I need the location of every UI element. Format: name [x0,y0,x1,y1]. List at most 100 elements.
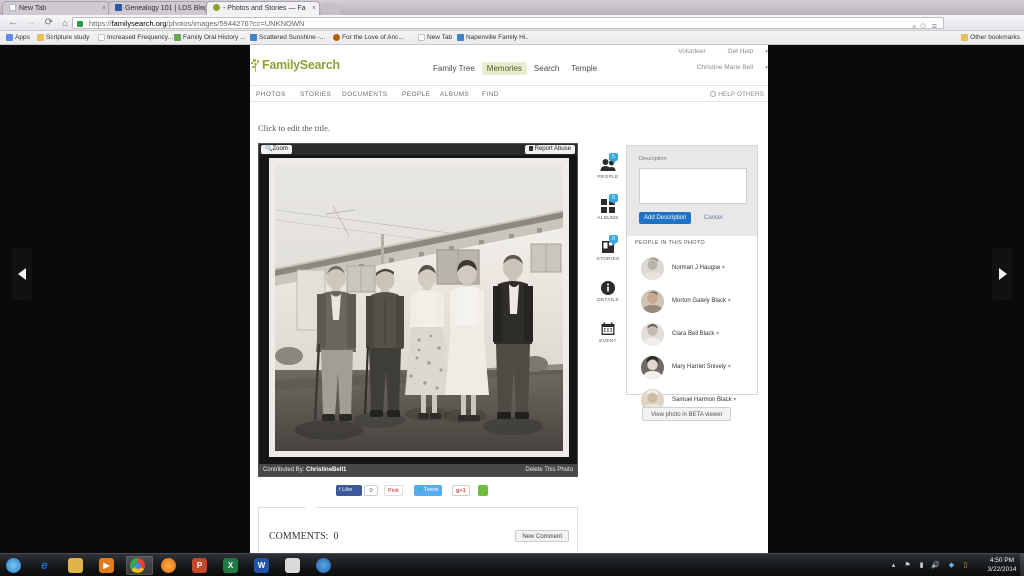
browser-tab-3-active[interactable]: - Photos and Stories — Fa × [206,1,320,15]
chevron-down-icon[interactable]: ▾ [722,265,725,271]
windows-taskbar: e ▶ P X W ▴ ⚑ ▮ 🔊 ◆ ▯ 4:50 PM 3/22/2014 [0,553,1024,576]
network-icon[interactable]: ⚑ [903,561,912,570]
rail-item-albums[interactable]: 0 ALBUMS [590,194,626,239]
report-abuse-button[interactable]: Report Abuse [524,145,575,154]
battery-icon[interactable]: ▯ [961,561,970,570]
user-menu[interactable]: Christine Marie Bell ▾ [687,64,768,71]
chevron-down-icon[interactable]: ▾ [733,397,736,403]
person-row[interactable]: Morton Gately Black ▾ [627,285,757,318]
subnav-find[interactable]: FIND [482,91,499,98]
other-bookmarks-button[interactable]: Other bookmarks [961,32,1020,44]
subnav-stories[interactable]: STORIES [300,91,331,98]
add-description-button[interactable]: Add Description [639,212,692,224]
description-label: Description [639,156,667,162]
url-path: /photos/images/5944276?cc=UNKNOWN [166,19,305,28]
clock[interactable]: 4:50 PM 3/22/2014 [984,557,1020,574]
omnibox-actions[interactable]: ⌕ ☆ ≡ [912,20,937,28]
bookmark-for-the-love-of-anc[interactable]: For the Love of Anc... [333,32,404,44]
subnav-people[interactable]: PEOPLE [402,91,430,98]
google-chrome[interactable] [126,556,153,575]
chevron-down-icon[interactable]: ▾ [728,364,731,370]
photo-title-edit[interactable]: Click to edit the title. [258,123,330,133]
internet-explorer[interactable]: e [33,556,60,575]
photo-image[interactable] [269,158,569,457]
nav-family-tree[interactable]: Family Tree [428,62,480,75]
comments-count: 0 [333,531,339,542]
share-icon[interactable] [478,485,488,496]
familysearch-logo[interactable]: FamilySearch [250,58,340,72]
person-row[interactable]: Clara Bell Black ▾ [627,318,757,351]
twitter-tweet-button[interactable]: 🐦Tweet [414,485,442,496]
show-hidden-icons[interactable]: ▴ [889,561,898,570]
pinterest-button[interactable]: Pinit [384,485,403,496]
volume-icon[interactable]: 🔊 [931,561,940,570]
file-explorer[interactable] [64,556,91,575]
forward-arrow-icon[interactable]: → [24,17,38,29]
window-controls[interactable] [914,0,1024,14]
bookmark-new-tab[interactable]: New Tab [418,32,452,44]
contributor-name: ChristineBell1 [306,467,347,473]
bookmark-scattered-sunshine[interactable]: Scattered Sunshine -... [250,32,325,44]
site-icon [457,34,464,41]
address-bar[interactable]: https://familysearch.org/photos/images/5… [72,17,944,29]
media-player[interactable]: ▶ [95,556,122,575]
back-arrow-icon[interactable]: ← [6,17,20,29]
person-row[interactable]: Mary Harriet Snively ▾ [627,351,757,384]
powerpoint[interactable]: P [188,556,215,575]
rail-item-stories[interactable]: 0 STORIES [590,235,626,280]
site-header: FamilySearch Family Tree Memories Search Te… [250,45,768,85]
rail-item-event[interactable]: EVENT [590,321,626,362]
dell-support[interactable] [312,556,339,575]
facebook-like-button[interactable]: f Like [336,485,362,496]
reload-icon[interactable]: ⟳ [42,17,56,29]
bookmark-family-oral-history[interactable]: Family Oral History ... [174,32,245,44]
calculator[interactable] [281,556,308,575]
rail-item-people[interactable]: 5 PEOPLE [590,153,626,198]
start-button[interactable] [2,556,29,575]
bookmark-apps[interactable]: Apps [6,32,30,44]
chevron-down-icon[interactable]: ▾ [716,331,719,337]
new-tab-button[interactable] [322,3,340,15]
tab-close-icon[interactable]: × [200,5,204,13]
bookmark-napenville-family-hi[interactable]: Napenville Family Hi.. [457,32,529,44]
new-comment-button[interactable]: New Comment [515,530,569,542]
person-row[interactable]: Norman J Haugse ▾ [627,252,757,285]
tab-close-icon[interactable]: × [102,5,106,13]
help-others-button[interactable]: HELP OTHERS [710,91,764,98]
next-photo-arrow[interactable] [992,248,1012,300]
security-icon[interactable]: ◆ [947,561,956,570]
rail-label: ALBUMS [597,216,619,221]
nav-search[interactable]: Search [529,62,564,75]
tab-title: - Photos and Stories — Fa [223,5,306,12]
bookmark-increased-frequency[interactable]: Increased Frequency... [98,32,173,44]
subnav-documents[interactable]: DOCUMENTS [342,91,388,98]
delete-photo-button[interactable]: Delete This Photo [525,464,573,476]
chevron-down-icon[interactable]: ▾ [728,298,731,304]
home-icon[interactable]: ⌂ [58,17,72,29]
beta-viewer-button[interactable]: View photo in BETA viewer [642,407,732,421]
word[interactable]: W [250,556,277,575]
twitter-icon: 🐦 [417,487,424,493]
tab-close-icon[interactable]: × [312,5,316,13]
browser-tab-2[interactable]: Genealogy 101 | LDS Blog × [108,1,208,15]
google-plus-button[interactable]: g+1 [452,485,470,496]
bookmark-scripture-study[interactable]: Scripture study [37,32,89,44]
rail-item-details[interactable]: DETAILS [590,280,626,321]
zoom-button[interactable]: 🔍Zoom [261,145,292,154]
clock-date: 3/22/2014 [987,565,1017,573]
get-help-link[interactable]: Get Help ▾ [718,48,768,55]
mozilla-firefox[interactable] [157,556,184,575]
cancel-description-link[interactable]: Cancel [704,212,723,224]
nav-memories[interactable]: Memories [481,62,527,75]
previous-photo-arrow[interactable] [12,248,32,300]
subnav-albums[interactable]: ALBUMS [440,91,469,98]
volunteer-link[interactable]: Volunteer [678,48,705,55]
nav-temple[interactable]: Temple [566,62,602,75]
excel[interactable]: X [219,556,246,575]
description-input[interactable] [639,168,747,204]
browser-tab-1[interactable]: New Tab × [2,1,110,15]
signal-icon[interactable]: ▮ [917,561,926,570]
show-desktop-button[interactable] [1020,554,1024,576]
site-icon [333,34,340,41]
subnav-photos[interactable]: PHOTOS [256,91,286,98]
